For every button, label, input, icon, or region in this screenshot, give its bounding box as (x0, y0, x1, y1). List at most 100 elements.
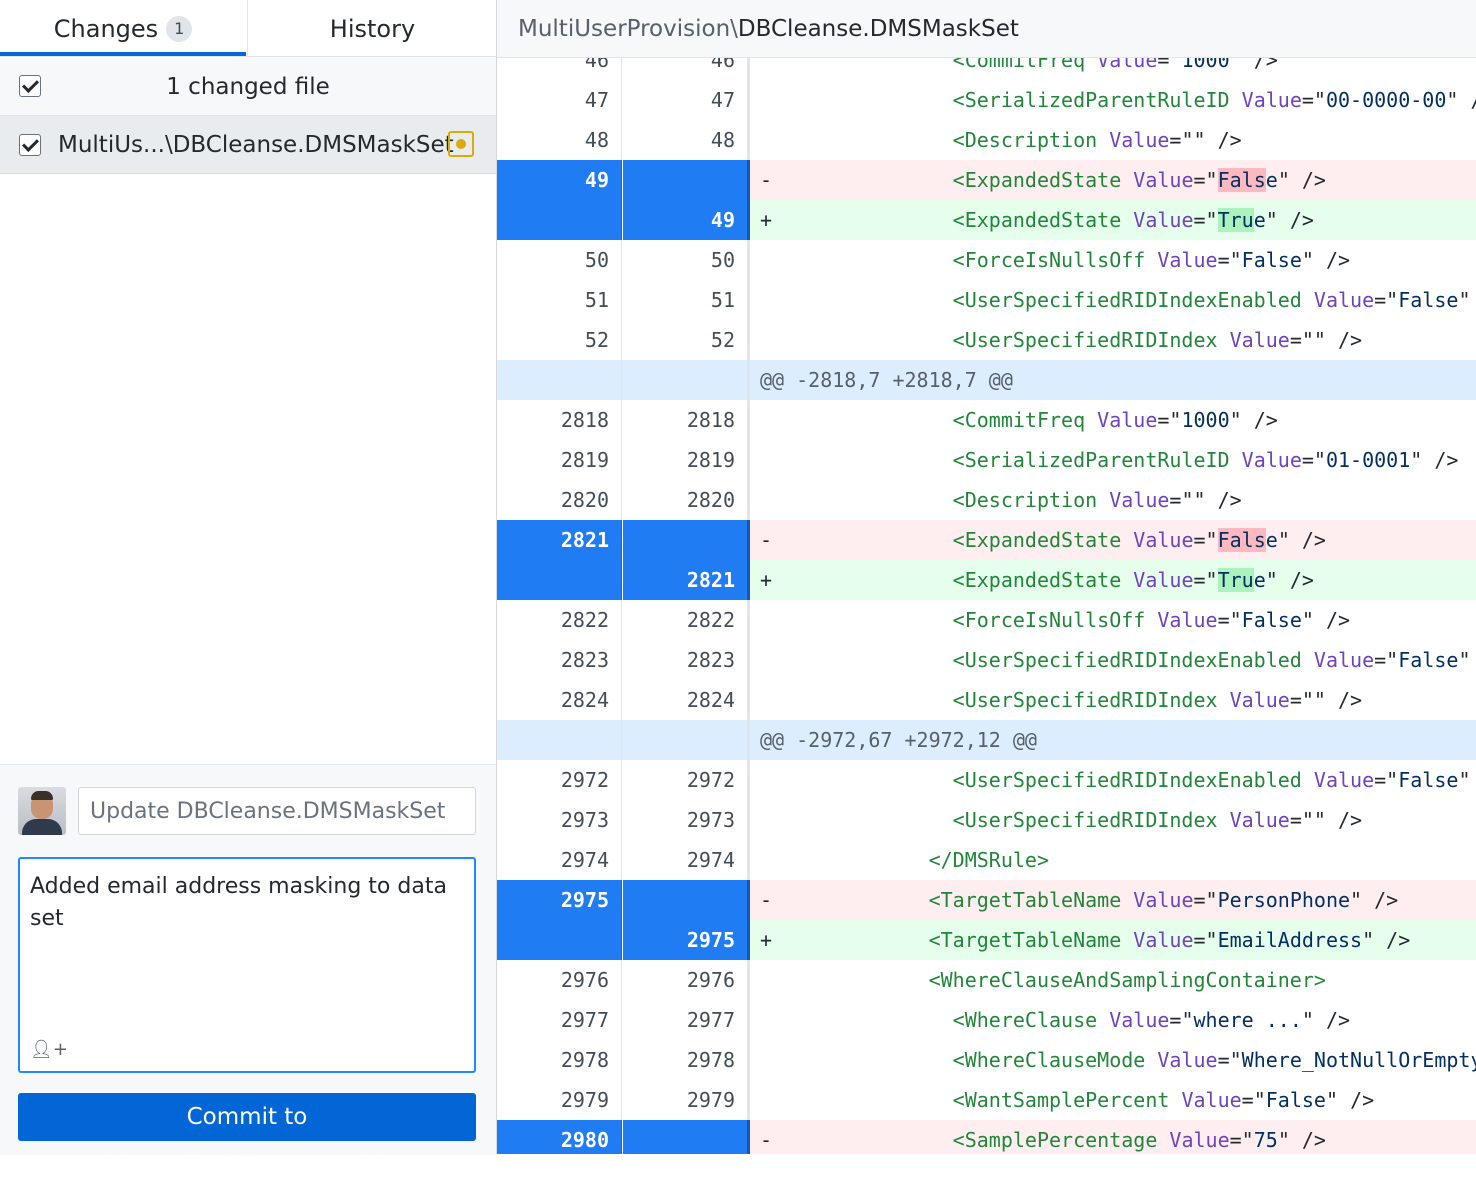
old-line-number[interactable]: 2975 (497, 880, 622, 920)
new-line-number[interactable]: 2977 (623, 1000, 747, 1040)
old-line-number[interactable]: 2976 (497, 960, 622, 1000)
new-line-number[interactable]: 47 (623, 80, 747, 120)
diff-view[interactable]: 46 46 <CommitFreq Value="1000" /> 47 47 <Se… (497, 58, 1476, 1154)
old-line-number[interactable]: 2972 (497, 760, 622, 800)
new-line-number[interactable]: 2974 (623, 840, 747, 880)
old-line-number[interactable]: 47 (497, 80, 622, 120)
old-line-number[interactable] (497, 920, 622, 960)
changed-file-item[interactable]: MultiUs...\DBCleanse.DMSMaskSet (0, 116, 496, 174)
old-line-number[interactable]: 49 (497, 160, 622, 200)
diff-line[interactable]: 2980 - <SamplePercentage Value="75" /> (497, 1120, 1476, 1154)
diff-line[interactable]: 48 48 <Description Value="" /> (497, 120, 1476, 160)
new-line-number[interactable]: 52 (623, 320, 747, 360)
xml-value: 1000 (1181, 58, 1230, 72)
new-line-number[interactable]: 2820 (623, 480, 747, 520)
diff-line[interactable]: 49 - <ExpandedState Value="False" /> (497, 160, 1476, 200)
new-line-number[interactable]: 2973 (623, 800, 747, 840)
new-line-number[interactable] (623, 520, 747, 560)
file-include-checkbox[interactable] (19, 134, 41, 156)
new-line-number[interactable]: 2972 (623, 760, 747, 800)
old-line-number[interactable]: 51 (497, 280, 622, 320)
diff-line[interactable]: 46 46 <CommitFreq Value="1000" /> (497, 58, 1476, 80)
new-line-number[interactable] (623, 720, 747, 760)
old-line-number[interactable] (497, 560, 622, 600)
old-line-number[interactable]: 2979 (497, 1080, 622, 1120)
diff-line[interactable]: 2973 2973 <UserSpecifiedRIDIndex Value=""… (497, 800, 1476, 840)
xml-punct: =" (1193, 928, 1218, 952)
diff-line[interactable]: 49 + <ExpandedState Value="True" /> (497, 200, 1476, 240)
diff-line[interactable]: 47 47 <SerializedParentRuleID Value="00-0… (497, 80, 1476, 120)
diff-marker (760, 648, 953, 672)
new-line-number[interactable]: 48 (623, 120, 747, 160)
old-line-number[interactable]: 2821 (497, 520, 622, 560)
commit-summary-input[interactable] (78, 787, 476, 835)
diff-line[interactable]: 2976 2976 <WhereClauseAndSamplingContaine… (497, 960, 1476, 1000)
add-coauthor-icon[interactable]: 👤︎+ (30, 1039, 68, 1060)
diff-marker (760, 848, 929, 872)
tab-history[interactable]: History (247, 0, 497, 56)
xml-attribute: Value (1181, 1088, 1242, 1112)
diff-line[interactable]: 2821 - <ExpandedState Value="False" /> (497, 520, 1476, 560)
diff-marker (760, 1008, 953, 1032)
diff-line[interactable]: 2978 2978 <WhereClauseMode Value="Where_N… (497, 1040, 1476, 1080)
diff-line[interactable]: 2975 + <TargetTableName Value="EmailAddre… (497, 920, 1476, 960)
old-line-number[interactable]: 52 (497, 320, 622, 360)
old-line-number[interactable]: 2980 (497, 1120, 622, 1154)
new-line-number[interactable]: 2978 (623, 1040, 747, 1080)
diff-line[interactable]: 52 52 <UserSpecifiedRIDIndex Value="" /> (497, 320, 1476, 360)
commit-button[interactable]: Commit to AddEmailAddressMasking (18, 1093, 476, 1178)
diff-line[interactable]: 2974 2974 </DMSRule> (497, 840, 1476, 880)
old-line-number[interactable]: 48 (497, 120, 622, 160)
new-line-number[interactable]: 2824 (623, 680, 747, 720)
diff-line[interactable]: 2977 2977 <WhereClause Value="where ..." … (497, 1000, 1476, 1040)
new-line-number[interactable] (623, 360, 747, 400)
old-line-number[interactable]: 2977 (497, 1000, 622, 1040)
new-line-number[interactable]: 50 (623, 240, 747, 280)
new-line-number[interactable]: 2979 (623, 1080, 747, 1120)
new-line-number[interactable]: 2823 (623, 640, 747, 680)
diff-line-code: + <TargetTableName Value="EmailAddress" … (750, 920, 1476, 960)
new-line-number[interactable]: 2821 (623, 560, 747, 600)
old-line-number[interactable] (497, 360, 622, 400)
old-line-number[interactable]: 50 (497, 240, 622, 280)
new-line-number[interactable]: 2976 (623, 960, 747, 1000)
tab-changes[interactable]: Changes 1 (0, 0, 246, 56)
old-line-number[interactable] (497, 720, 622, 760)
new-line-number[interactable] (623, 1120, 747, 1154)
old-line-number[interactable]: 2974 (497, 840, 622, 880)
diff-line[interactable]: 2824 2824 <UserSpecifiedRIDIndex Value=""… (497, 680, 1476, 720)
old-line-number[interactable]: 2823 (497, 640, 622, 680)
diff-line[interactable]: 51 51 <UserSpecifiedRIDIndexEnabled Value… (497, 280, 1476, 320)
diff-line[interactable]: 2820 2820 <Description Value="" /> (497, 480, 1476, 520)
old-line-number[interactable]: 2824 (497, 680, 622, 720)
old-line-number[interactable]: 2818 (497, 400, 622, 440)
diff-line[interactable]: 2823 2823 <UserSpecifiedRIDIndexEnabled V… (497, 640, 1476, 680)
old-line-number[interactable]: 2978 (497, 1040, 622, 1080)
new-line-number[interactable]: 2818 (623, 400, 747, 440)
new-line-number[interactable] (623, 880, 747, 920)
xml-punct: " /> (1193, 128, 1242, 152)
old-line-number[interactable] (497, 200, 622, 240)
diff-line[interactable]: 2819 2819 <SerializedParentRuleID Value="… (497, 440, 1476, 480)
commit-description-input[interactable]: Added email address masking to data set … (18, 857, 476, 1073)
old-line-number[interactable]: 2820 (497, 480, 622, 520)
new-line-number[interactable]: 49 (623, 200, 747, 240)
diff-line[interactable]: 2972 2972 <UserSpecifiedRIDIndexEnabled V… (497, 760, 1476, 800)
new-line-number[interactable]: 2822 (623, 600, 747, 640)
old-line-number[interactable]: 46 (497, 58, 622, 80)
xml-punct: " /> (1301, 608, 1351, 632)
old-line-number[interactable]: 2822 (497, 600, 622, 640)
new-line-number[interactable]: 46 (623, 58, 747, 80)
diff-line[interactable]: 2979 2979 <WantSamplePercent Value="False… (497, 1080, 1476, 1120)
new-line-number[interactable]: 51 (623, 280, 747, 320)
diff-line[interactable]: 2822 2822 <ForceIsNullsOff Value="False" … (497, 600, 1476, 640)
new-line-number[interactable] (623, 160, 747, 200)
diff-line[interactable]: 2821 + <ExpandedState Value="True" /> (497, 560, 1476, 600)
old-line-number[interactable]: 2819 (497, 440, 622, 480)
new-line-number[interactable]: 2975 (623, 920, 747, 960)
diff-line[interactable]: 2818 2818 <CommitFreq Value="1000" /> (497, 400, 1476, 440)
old-line-number[interactable]: 2973 (497, 800, 622, 840)
new-line-number[interactable]: 2819 (623, 440, 747, 480)
diff-line[interactable]: 50 50 <ForceIsNullsOff Value="False" /> (497, 240, 1476, 280)
diff-line[interactable]: 2975 - <TargetTableName Value="PersonPhon… (497, 880, 1476, 920)
